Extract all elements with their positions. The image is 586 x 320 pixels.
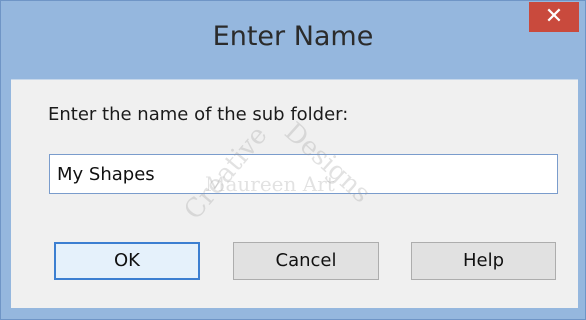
title-bar[interactable]: Enter Name ✕ (1, 1, 585, 79)
enter-name-dialog: Enter Name ✕ Enter the name of the sub f… (0, 0, 586, 320)
dialog-content: Enter the name of the sub folder: OK Can… (11, 79, 578, 308)
close-icon: ✕ (544, 4, 564, 29)
prompt-label: Enter the name of the sub folder: (48, 104, 349, 125)
close-button[interactable]: ✕ (529, 2, 579, 32)
help-button[interactable]: Help (411, 242, 556, 280)
cancel-button[interactable]: Cancel (233, 242, 379, 280)
dialog-title: Enter Name (212, 21, 374, 52)
ok-button[interactable]: OK (54, 242, 200, 280)
folder-name-input[interactable] (49, 154, 558, 194)
